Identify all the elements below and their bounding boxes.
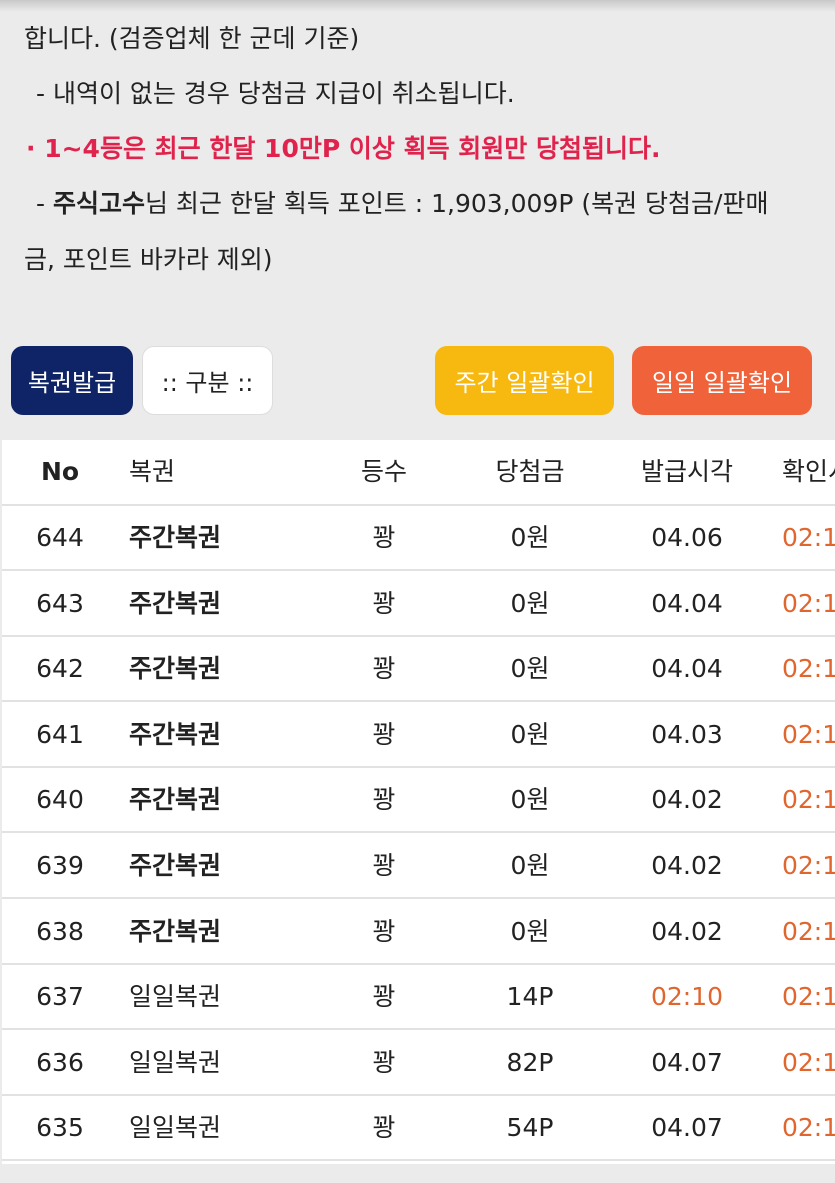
row-no: 638 — [36, 916, 84, 946]
row-lottery-type: 일일복권 — [129, 982, 222, 1012]
row-rank: 꽝 — [372, 916, 396, 946]
row-no: 636 — [36, 1047, 84, 1077]
weekly-confirm-all-button[interactable]: 주간 일괄확인 — [435, 346, 614, 415]
row-issued-time: 04.07 — [651, 1113, 723, 1143]
row-rank: 꽝 — [372, 719, 396, 749]
daily-confirm-all-button[interactable]: 일일 일괄확인 — [632, 346, 812, 415]
row-confirm-time: 02:1 — [782, 916, 835, 946]
row-lottery-type: 주간복권 — [129, 523, 222, 552]
row-confirm-time: 02:1 — [782, 851, 835, 880]
header-no: No — [40, 457, 80, 486]
row-prize: 0원 — [510, 654, 550, 684]
row-issued-time: 04.02 — [651, 916, 723, 946]
user-name: 주식고수 — [52, 189, 145, 218]
row-issued-time: 04.02 — [651, 851, 723, 880]
row-rank: 꽝 — [372, 785, 396, 815]
row-confirm-time: 02:1 — [782, 523, 835, 552]
row-lottery-type: 일일복권 — [129, 1113, 222, 1143]
row-prize: 0원 — [510, 851, 550, 880]
row-issued-time: 04.02 — [651, 785, 723, 815]
notice-line-points: - 주식고수님 최근 한달 획득 포인트 : 1,903,009P (복권 당첨… — [36, 187, 768, 221]
row-no: 640 — [36, 785, 84, 815]
row-rank: 꽝 — [372, 523, 396, 552]
row-prize: 0원 — [510, 785, 550, 815]
row-rank: 꽝 — [372, 1047, 396, 1077]
table-row[interactable]: 636 일일복권 꽝 82P 04.07 02:1 — [2, 1031, 835, 1096]
row-no: 643 — [36, 588, 84, 618]
row-prize: 82P — [506, 1047, 554, 1077]
row-issued-time: 04.03 — [651, 719, 723, 749]
row-prize: 14P — [506, 982, 554, 1012]
row-issued-time: 04.06 — [651, 523, 723, 552]
row-confirm-time: 02:1 — [782, 588, 835, 618]
table-row[interactable]: 643 주간복권 꽝 0원 04.04 02:1 — [2, 572, 835, 637]
row-lottery-type: 주간복권 — [129, 654, 222, 684]
table-row[interactable]: 639 주간복권 꽝 0원 04.02 02:1 — [2, 834, 835, 899]
row-prize: 0원 — [510, 916, 550, 946]
row-lottery-type: 주간복권 — [129, 719, 222, 749]
table-row[interactable]: 635 일일복권 꽝 54P 04.07 02:1 — [2, 1096, 835, 1162]
row-confirm-time: 02:1 — [782, 719, 835, 749]
category-filter-select[interactable]: :: 구분 :: — [142, 346, 273, 415]
row-no: 641 — [36, 719, 84, 749]
table-row[interactable]: 642 주간복권 꽝 0원 04.04 02:1 — [2, 637, 835, 703]
notice-line-5: 금, 포인트 바카라 제외) — [24, 245, 273, 274]
row-rank: 꽝 — [372, 588, 396, 618]
notice-line-points-prefix: - — [36, 189, 53, 218]
row-rank: 꽝 — [372, 1113, 396, 1143]
notice-line-2: - 내역이 없는 경우 당첨금 지급이 취소됩니다. — [36, 79, 515, 108]
row-issued-time: 04.04 — [651, 654, 723, 684]
lottery-history-table: No 복권 등수 당첨금 발급시각 확인시 644주간복권꽝0원04.0602:… — [2, 440, 835, 1164]
table-row[interactable]: 640 주간복권 꽝 0원 04.02 02:1 — [2, 768, 835, 834]
row-confirm-time: 02:1 — [782, 1047, 835, 1077]
header-issued-time: 발급시각 — [640, 457, 733, 486]
row-rank: 꽝 — [372, 851, 396, 880]
table-header-row: No 복권 등수 당첨금 발급시각 확인시 — [2, 440, 835, 506]
row-lottery-type: 주간복권 — [129, 785, 222, 815]
table-row[interactable]: 641 주간복권 꽝 0원 04.03 02:1 — [2, 703, 835, 768]
header-prize: 당첨금 — [495, 457, 565, 486]
row-issued-time: 04.04 — [651, 588, 723, 618]
row-no: 644 — [36, 523, 84, 552]
row-confirm-time: 02:1 — [782, 785, 835, 815]
table-row[interactable]: 637 일일복권 꽝 14P 02:10 02:1 — [2, 965, 835, 1031]
row-prize: 0원 — [510, 588, 550, 618]
row-no: 642 — [36, 654, 84, 684]
header-confirm-time: 확인시 — [782, 457, 835, 486]
row-prize: 54P — [506, 1113, 554, 1143]
row-no: 635 — [36, 1113, 84, 1143]
row-lottery-type: 일일복권 — [129, 1047, 222, 1077]
notice-line-points-rest: 님 최근 한달 획득 포인트 : 1,903,009P (복권 당첨금/판매 — [144, 189, 769, 218]
table-row[interactable]: 644 주간복권 꽝 0원 04.06 02:1 — [2, 506, 835, 571]
row-prize: 0원 — [510, 523, 550, 552]
notice-line-highlight: · 1~4등은 최근 한달 10만P 이상 획득 회원만 당첨됩니다. — [26, 134, 661, 163]
table-row[interactable]: 638 주간복권 꽝 0원 04.02 02:1 — [2, 900, 835, 965]
row-prize: 0원 — [510, 719, 550, 749]
row-confirm-time: 02:1 — [782, 1113, 835, 1143]
row-issued-time: 04.07 — [651, 1047, 723, 1077]
row-rank: 꽝 — [372, 982, 396, 1012]
row-confirm-time: 02:1 — [782, 654, 835, 684]
row-confirm-time: 02:1 — [782, 982, 835, 1012]
issue-lottery-button[interactable]: 복권발급 — [11, 346, 133, 415]
row-no: 639 — [36, 851, 84, 880]
header-lottery: 복권 — [129, 457, 176, 486]
notice-line-1: 합니다. (검증업체 한 군데 기준) — [24, 24, 360, 53]
row-lottery-type: 주간복권 — [129, 851, 222, 880]
top-shadow — [0, 0, 835, 12]
row-no: 637 — [36, 982, 84, 1012]
row-lottery-type: 주간복권 — [129, 916, 222, 946]
row-rank: 꽝 — [372, 654, 396, 684]
row-lottery-type: 주간복권 — [129, 588, 222, 618]
row-issued-time: 02:10 — [650, 982, 724, 1012]
header-rank: 등수 — [360, 457, 407, 486]
